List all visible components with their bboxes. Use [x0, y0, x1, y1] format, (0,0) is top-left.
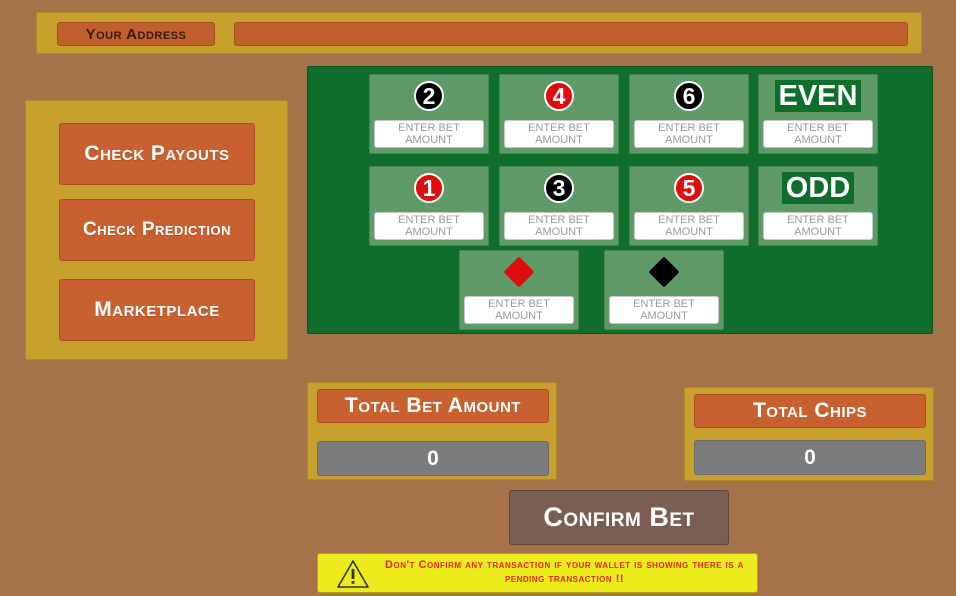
number-4-label: 4: [544, 81, 574, 111]
bet-input-2[interactable]: [374, 120, 484, 148]
bet-card-6: 6: [629, 74, 749, 154]
marketplace-button[interactable]: Marketplace: [59, 279, 255, 341]
red-diamond-icon: [503, 256, 535, 288]
bet-card-3: 3: [499, 166, 619, 246]
number-3-label: 3: [544, 173, 574, 203]
address-field[interactable]: [234, 22, 908, 46]
black-diamond-icon: [648, 256, 680, 288]
warning-banner: Don't Confirm any transaction if your wa…: [317, 553, 758, 593]
number-6-label: 6: [674, 81, 704, 111]
bet-table: 2 4 6 EVEN 1 3 5 ODD: [307, 66, 933, 334]
total-chips-label: Total Chips: [694, 394, 926, 428]
bet-symbol-6: 6: [630, 80, 748, 112]
bet-card-5: 5: [629, 166, 749, 246]
warning-triangle-icon: [337, 560, 369, 588]
total-chips-panel: Total Chips 0: [684, 387, 934, 481]
bet-card-2: 2: [369, 74, 489, 154]
bet-input-1[interactable]: [374, 212, 484, 240]
bet-card-even: EVEN: [758, 74, 878, 154]
confirm-bet-button[interactable]: Confirm Bet: [509, 490, 729, 545]
menu-panel: Check Payouts Check Prediction Marketpla…: [25, 100, 288, 360]
bet-card-odd: ODD: [758, 166, 878, 246]
number-1-label: 1: [414, 173, 444, 203]
address-bar: Your Address: [36, 12, 922, 54]
bet-symbol-red: [460, 256, 578, 288]
total-bet-value: 0: [317, 441, 549, 476]
bet-card-red: [459, 250, 579, 330]
bet-symbol-even: EVEN: [759, 80, 877, 112]
bet-symbol-1: 1: [370, 172, 488, 204]
total-bet-panel: Total Bet Amount 0: [307, 382, 557, 480]
bet-symbol-3: 3: [500, 172, 618, 204]
total-chips-value: 0: [694, 440, 926, 475]
bet-symbol-2: 2: [370, 80, 488, 112]
check-prediction-button[interactable]: Check Prediction: [59, 199, 255, 261]
bet-input-black[interactable]: [609, 296, 719, 324]
bet-card-1: 1: [369, 166, 489, 246]
bet-symbol-4: 4: [500, 80, 618, 112]
odd-label: ODD: [781, 172, 855, 204]
bet-symbol-5: 5: [630, 172, 748, 204]
bet-input-red[interactable]: [464, 296, 574, 324]
check-payouts-button[interactable]: Check Payouts: [59, 123, 255, 185]
bet-card-4: 4: [499, 74, 619, 154]
bet-input-4[interactable]: [504, 120, 614, 148]
bet-symbol-black: [605, 256, 723, 288]
warning-text: Don't Confirm any transaction if your wa…: [385, 559, 744, 585]
number-2-label: 2: [414, 81, 444, 111]
bet-input-6[interactable]: [634, 120, 744, 148]
bet-card-black: [604, 250, 724, 330]
number-5-label: 5: [674, 173, 704, 203]
address-label: Your Address: [57, 22, 215, 46]
total-bet-label: Total Bet Amount: [317, 389, 549, 423]
bet-input-odd[interactable]: [763, 212, 873, 240]
bet-input-3[interactable]: [504, 212, 614, 240]
bet-input-5[interactable]: [634, 212, 744, 240]
even-label: EVEN: [774, 80, 862, 112]
bet-input-even[interactable]: [763, 120, 873, 148]
bet-symbol-odd: ODD: [759, 172, 877, 204]
